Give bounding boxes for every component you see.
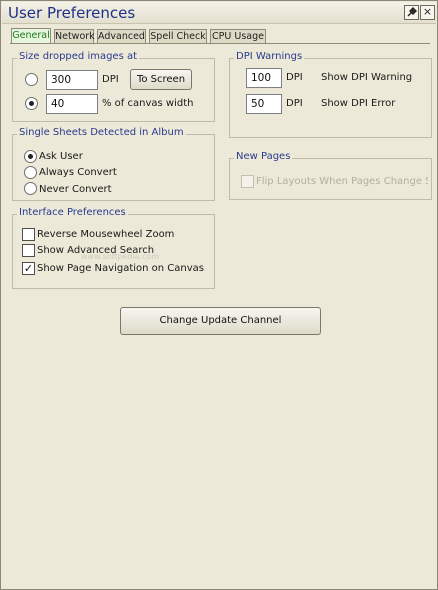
dpi-error-unit: DPI bbox=[286, 98, 303, 109]
window-title: User Preferences bbox=[8, 4, 136, 22]
dpi-error-label: Show DPI Error bbox=[321, 98, 396, 109]
tab-spell-check-label: Spell Check bbox=[150, 31, 206, 42]
dpi-error-input[interactable]: 50 bbox=[246, 94, 282, 114]
tab-network-label: Network bbox=[55, 31, 95, 42]
ask-user-label: Ask User bbox=[39, 151, 83, 162]
tab-cpu-usage-label: CPU Usage bbox=[212, 31, 264, 42]
tab-cpu-usage[interactable]: CPU Usage bbox=[210, 29, 266, 44]
change-update-channel-label: Change Update Channel bbox=[159, 315, 282, 326]
dpi-warning-label: Show DPI Warning bbox=[321, 72, 413, 83]
pin-button[interactable] bbox=[404, 5, 419, 20]
ask-user-radio[interactable] bbox=[24, 150, 37, 163]
tab-divider bbox=[10, 43, 430, 44]
size-percent-input[interactable]: 40 bbox=[46, 94, 98, 114]
single-sheets-title: Single Sheets Detected in Album bbox=[17, 127, 186, 138]
dpi-warnings-title: DPI Warnings bbox=[234, 51, 305, 62]
size-dropped-group: Size dropped images at bbox=[12, 51, 215, 122]
reverse-zoom-checkbox[interactable] bbox=[22, 228, 35, 241]
flip-layouts-label: Flip Layouts When Pages Change Sides bbox=[256, 176, 428, 187]
size-dropped-title: Size dropped images at bbox=[17, 51, 140, 62]
tab-spell-check[interactable]: Spell Check bbox=[149, 29, 207, 44]
to-screen-button[interactable]: To Screen bbox=[130, 69, 192, 90]
tab-advanced[interactable]: Advanced bbox=[97, 29, 146, 44]
tab-general[interactable]: General bbox=[11, 28, 51, 44]
size-dpi-input[interactable]: 300 bbox=[46, 70, 98, 90]
new-pages-title: New Pages bbox=[234, 151, 293, 162]
checkmark-icon: ✓ bbox=[23, 262, 34, 275]
change-update-channel-button[interactable]: Change Update Channel bbox=[120, 307, 321, 335]
advanced-search-checkbox[interactable] bbox=[22, 244, 35, 257]
never-convert-label: Never Convert bbox=[39, 184, 112, 195]
close-icon: × bbox=[422, 5, 433, 18]
size-percent-unit: % of canvas width bbox=[102, 98, 194, 109]
always-convert-label: Always Convert bbox=[39, 167, 117, 178]
to-screen-label: To Screen bbox=[136, 74, 186, 85]
never-convert-radio[interactable] bbox=[24, 182, 37, 195]
flip-layouts-checkbox[interactable] bbox=[241, 175, 254, 188]
page-navigation-checkbox[interactable]: ✓ bbox=[22, 262, 35, 275]
dpi-warning-input[interactable]: 100 bbox=[246, 68, 282, 88]
interface-title: Interface Preferences bbox=[17, 207, 128, 218]
close-button[interactable]: × bbox=[420, 5, 435, 20]
tab-general-label: General bbox=[12, 30, 50, 41]
title-bar: User Preferences × bbox=[2, 2, 436, 24]
tab-network[interactable]: Network bbox=[54, 29, 95, 44]
page-navigation-label: Show Page Navigation on Canvas bbox=[37, 263, 205, 274]
reverse-zoom-label: Reverse Mousewheel Zoom bbox=[37, 229, 175, 240]
size-dpi-unit: DPI bbox=[102, 74, 119, 85]
dpi-warning-unit: DPI bbox=[286, 72, 303, 83]
pin-icon bbox=[407, 7, 417, 17]
size-percent-radio[interactable] bbox=[25, 97, 38, 110]
always-convert-radio[interactable] bbox=[24, 166, 37, 179]
preferences-window: User Preferences × General Network Advan… bbox=[0, 0, 438, 590]
watermark: www.softpedia.com bbox=[81, 252, 160, 261]
tab-advanced-label: Advanced bbox=[98, 31, 145, 42]
size-dpi-radio[interactable] bbox=[25, 73, 38, 86]
